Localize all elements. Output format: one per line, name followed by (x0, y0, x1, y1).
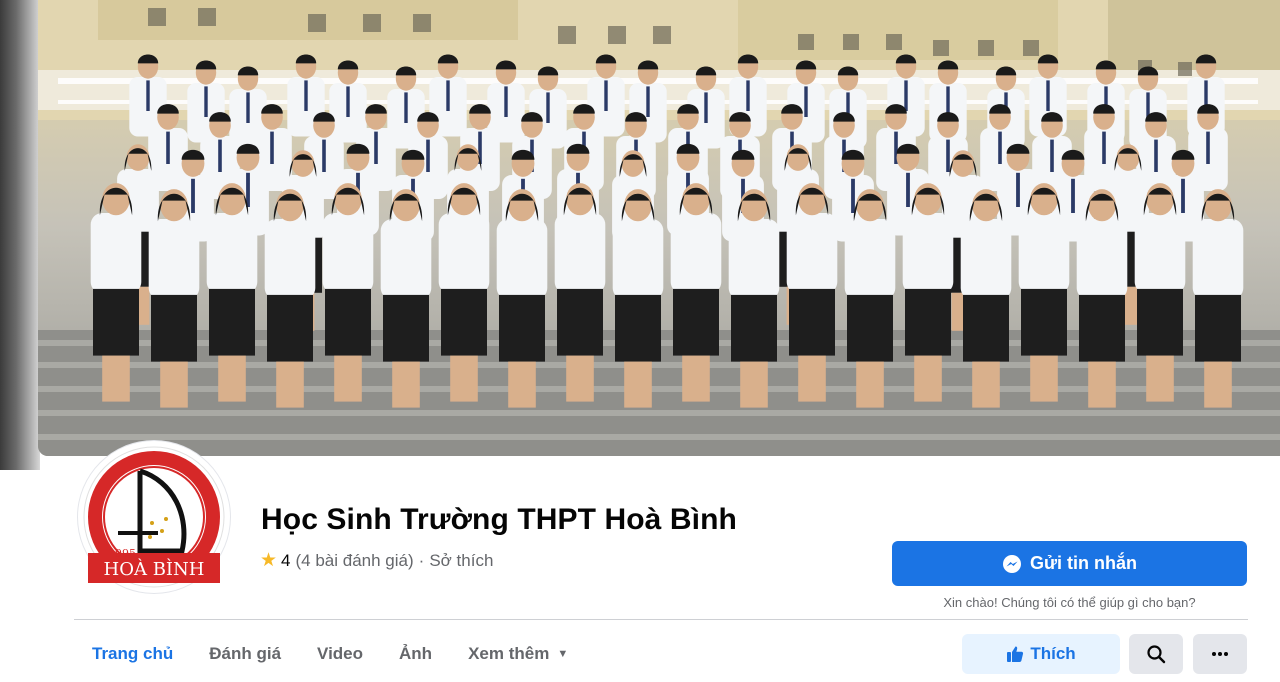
school-logo-icon: HOÀ BÌNH 1995 (83, 446, 225, 588)
rating-value: 4 (281, 550, 291, 570)
like-label: Thích (1030, 644, 1076, 663)
page-tabs: Trang chủ Đánh giá Video Ảnh Xem thêm ▼ (74, 632, 586, 676)
greeting-text: Xin chào! Chúng tôi có thể giúp gì cho b… (943, 595, 1196, 610)
cover-photo[interactable] (38, 0, 1280, 456)
section-divider (74, 619, 1248, 620)
rating-detail-link[interactable]: (4 bài đánh giá) (296, 551, 414, 571)
more-options-button[interactable] (1193, 634, 1247, 674)
page-meta: ★ 4 (4 bài đánh giá) · Sở thích (260, 549, 493, 572)
send-message-button[interactable]: Gửi tin nhắn (892, 541, 1247, 586)
tab-more[interactable]: Xem thêm ▼ (450, 632, 586, 676)
page-avatar[interactable]: HOÀ BÌNH 1995 (78, 441, 230, 593)
tab-reviews-label: Đánh giá (209, 644, 282, 663)
meta-separator: · (418, 550, 425, 570)
tab-more-label: Xem thêm (468, 644, 550, 663)
cover-photo-image (38, 0, 1280, 456)
send-message-label: Gửi tin nhắn (1029, 553, 1138, 573)
tab-photos-label: Ảnh (399, 644, 433, 663)
tab-photos[interactable]: Ảnh (381, 632, 450, 676)
thumbs-up-icon (1006, 645, 1024, 663)
tab-reviews[interactable]: Đánh giá (191, 632, 299, 676)
search-button[interactable] (1129, 634, 1183, 674)
messenger-icon (1002, 554, 1022, 574)
logo-text: HOÀ BÌNH (104, 557, 205, 580)
star-icon: ★ (260, 550, 278, 571)
tab-video-label: Video (317, 644, 364, 663)
page-category[interactable]: Sở thích (429, 551, 493, 571)
tab-home-label: Trang chủ (92, 644, 174, 663)
tab-home[interactable]: Trang chủ (74, 632, 191, 676)
caret-down-icon: ▼ (557, 648, 569, 660)
search-icon (1147, 645, 1166, 664)
page-title: Học Sinh Trường THPT Hoà Bình (261, 503, 737, 536)
like-button[interactable]: Thích (962, 634, 1120, 674)
logo-year: 1995 (108, 547, 136, 560)
more-horizontal-icon (1212, 652, 1228, 656)
left-edge-shadow (0, 0, 40, 470)
tab-video[interactable]: Video (299, 632, 381, 676)
